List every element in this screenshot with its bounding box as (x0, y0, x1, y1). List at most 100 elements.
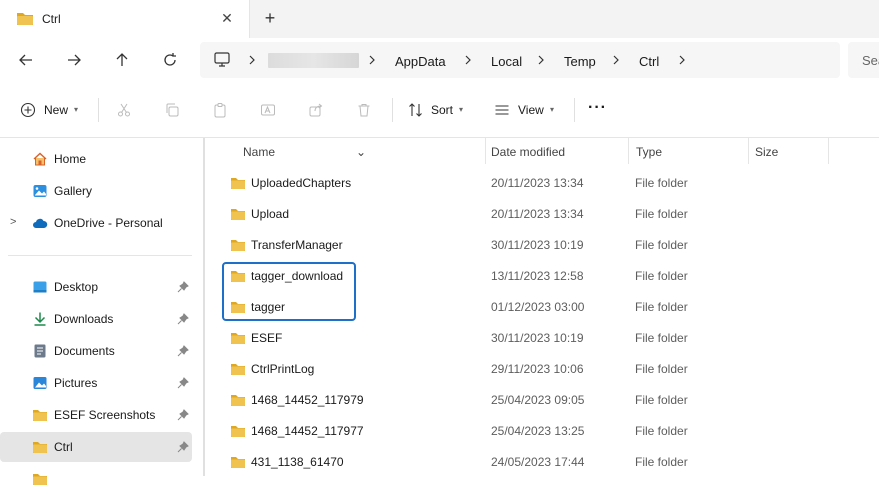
pin-icon[interactable] (177, 377, 189, 389)
rename-icon (261, 104, 275, 116)
sidebar-item-onedrive[interactable]: > OneDrive - Personal (0, 208, 192, 238)
rename-button[interactable] (254, 96, 282, 124)
column-label: Date modified (491, 145, 566, 159)
folder-icon (33, 474, 47, 485)
refresh-button[interactable] (156, 47, 184, 73)
breadcrumb-ctrl[interactable]: Ctrl (639, 54, 659, 69)
user-folder-crumb-redacted[interactable] (268, 53, 359, 68)
sidebar-item-label: Documents (54, 344, 115, 358)
view-button[interactable]: View ▾ (488, 96, 564, 124)
sidebar-item-desktop[interactable]: Desktop (0, 272, 192, 302)
scissors-icon (118, 103, 130, 117)
sidebar-item-documents[interactable]: Documents (0, 336, 192, 366)
navigation-bar: AppData Local Temp Ctrl Sea (0, 38, 879, 82)
pin-icon[interactable] (177, 441, 189, 453)
folder-icon (231, 457, 245, 468)
table-row[interactable]: TransferManager 30/11/2023 10:19 File fold… (222, 230, 842, 260)
clipboard-icon (214, 103, 226, 118)
table-row[interactable]: CtrlPrintLog 29/11/2023 10:06 File folder (222, 354, 842, 384)
folder-icon (231, 178, 245, 189)
pane-splitter[interactable] (203, 138, 205, 476)
sidebar-item-label: OneDrive - Personal (54, 216, 163, 230)
file-date: 30/11/2023 10:19 (491, 238, 584, 252)
file-date: 30/11/2023 10:19 (491, 331, 584, 345)
column-divider[interactable] (828, 138, 829, 164)
table-row[interactable]: Upload 20/11/2023 13:34 File folder (222, 199, 842, 229)
column-header-size[interactable]: Size (749, 138, 829, 164)
pictures-icon (33, 377, 47, 389)
paste-button[interactable] (206, 96, 234, 124)
view-label: View (518, 103, 544, 117)
sidebar-item-home[interactable]: Home (0, 144, 192, 174)
file-date: 24/05/2023 17:44 (491, 455, 585, 469)
sidebar-item-pictures[interactable]: Pictures (0, 368, 192, 398)
table-row[interactable]: 1468_14452_117977 25/04/2023 13:25 File fo… (222, 416, 842, 446)
sort-button[interactable]: Sort ▾ (402, 96, 474, 124)
breadcrumb-appdata[interactable]: AppData (395, 54, 446, 69)
sidebar-item-esef-screenshots[interactable]: ESEF Screenshots (0, 400, 192, 430)
column-header-type[interactable]: Type (629, 138, 748, 164)
pin-icon[interactable] (177, 281, 189, 293)
sidebar-item-label: Home (54, 152, 87, 166)
column-header-date[interactable]: Date modified (486, 138, 628, 164)
delete-button[interactable] (350, 96, 378, 124)
divider (98, 98, 99, 122)
file-name: 1468_14452_117977 (251, 424, 364, 438)
table-row[interactable]: ESEF 30/11/2023 10:19 File folder (222, 323, 842, 353)
back-button[interactable] (12, 47, 40, 73)
breadcrumb-local[interactable]: Local (491, 54, 522, 69)
pin-icon[interactable] (177, 313, 189, 325)
file-name: 431_1138_61470 (251, 455, 344, 469)
more-icon: ··· (588, 99, 607, 116)
cloud-icon (33, 218, 48, 228)
list-view-icon (495, 105, 509, 115)
sidebar-item-next[interactable] (0, 464, 192, 494)
file-type: File folder (635, 455, 688, 469)
up-button[interactable] (108, 47, 136, 73)
file-type: File folder (635, 362, 688, 376)
chevron-right-icon[interactable]: > (10, 216, 16, 228)
tab-bar: Ctrl ✕ + (0, 0, 879, 38)
chevron-down-icon: ⌄ (356, 145, 367, 159)
copy-button[interactable] (158, 96, 186, 124)
sidebar-item-gallery[interactable]: Gallery (0, 176, 192, 206)
chevron-right-icon[interactable] (676, 52, 688, 68)
close-icon[interactable]: ✕ (219, 10, 235, 26)
folder-icon (231, 426, 245, 437)
forward-button[interactable] (60, 47, 88, 73)
file-date: 20/11/2023 13:34 (491, 207, 584, 221)
copy-icon (166, 103, 179, 117)
chevron-right-icon (249, 55, 255, 65)
arrow-up-icon (116, 53, 128, 66)
new-tab-button[interactable]: + (261, 9, 279, 27)
pin-icon[interactable] (177, 409, 189, 421)
desktop-icon (33, 281, 47, 293)
tab-ctrl[interactable]: Ctrl ✕ (0, 0, 250, 38)
table-row[interactable]: UploadedChapters 20/11/2023 13:34 File fol… (222, 168, 842, 198)
new-button[interactable]: New ▾ (14, 96, 86, 124)
sidebar-item-downloads[interactable]: Downloads (0, 304, 192, 334)
folder-icon (231, 364, 245, 375)
file-type: File folder (635, 393, 688, 407)
search-input[interactable]: Sea (848, 42, 879, 78)
share-button[interactable] (302, 96, 330, 124)
column-label: Size (755, 145, 779, 159)
table-row[interactable]: 431_1138_61470 24/05/2023 17:44 File folde… (222, 447, 842, 477)
sidebar-item-ctrl[interactable]: Ctrl (0, 432, 192, 462)
file-date: 25/04/2023 13:25 (491, 424, 585, 438)
table-row[interactable]: 1468_14452_117979 25/04/2023 09:05 File fo… (222, 385, 842, 415)
pin-icon[interactable] (177, 345, 189, 357)
address-bar[interactable]: AppData Local Temp Ctrl (200, 42, 840, 78)
command-bar: New ▾ Sort ▾ View ▾ ··· (0, 82, 879, 138)
breadcrumb-temp[interactable]: Temp (564, 54, 596, 69)
more-options-button[interactable]: ··· (584, 96, 612, 124)
sort-icon (409, 103, 422, 117)
file-type: File folder (635, 300, 688, 314)
file-date: 01/12/2023 03:00 (491, 300, 585, 314)
arrow-right-icon (68, 54, 81, 66)
documents-icon (34, 344, 46, 358)
sort-label: Sort (431, 103, 454, 117)
cut-button[interactable] (110, 96, 138, 124)
file-date: 13/11/2023 12:58 (491, 269, 584, 283)
column-header-name[interactable]: Name ⌄ (208, 138, 486, 164)
